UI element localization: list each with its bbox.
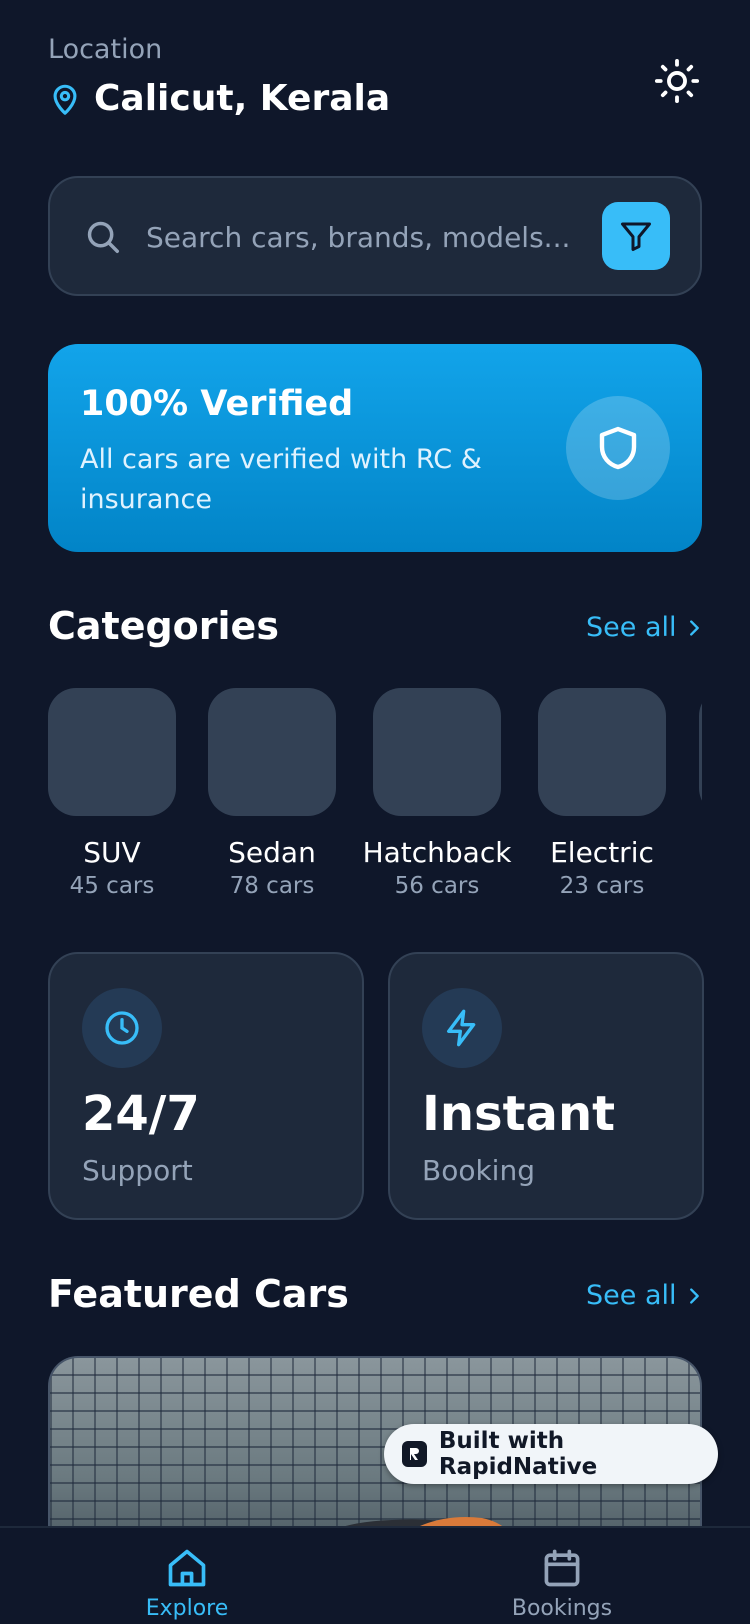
tab-bookings[interactable]: Bookings [482,1546,642,1621]
see-all-label: See all [586,612,677,643]
categories-title: Categories [48,604,279,648]
category-count: 56 cars [394,873,480,899]
categories-see-all-link[interactable]: See all [586,612,705,643]
calendar-icon [544,1549,580,1587]
support-icon-circle [82,988,162,1068]
explore-screen: Location Calicut, Kerala 100% Verified [0,0,750,1624]
verified-banner[interactable]: 100% Verified All cars are verified with… [48,344,702,552]
category-thumbnail [538,688,666,816]
bottom-navigation: Explore Bookings [0,1526,750,1624]
filter-button[interactable] [602,202,670,270]
rapidnative-badge[interactable]: Built with RapidNative [384,1424,718,1484]
tab-explore[interactable]: Explore [107,1546,267,1621]
category-item-suv[interactable]: SUV 45 cars [48,688,187,899]
location-value: Calicut, Kerala [94,78,391,119]
category-item-electric[interactable]: Electric 23 cars [527,688,677,899]
booking-icon-circle [422,988,502,1068]
shield-icon [599,426,637,470]
category-name: Sedan [228,836,316,869]
verified-title: 100% Verified [80,384,354,424]
filter-icon [621,222,651,251]
category-item-sedan[interactable]: Sedan 78 cars [197,688,347,899]
home-icon [168,1549,206,1587]
sun-icon [654,58,700,104]
support-label: Support [82,1154,193,1187]
category-count: 45 cars [69,873,155,899]
chevron-right-icon [689,619,699,636]
category-thumbnail [699,688,702,816]
booking-label: Booking [422,1154,535,1187]
featured-title: Featured Cars [48,1272,349,1316]
category-item-next[interactable] [688,688,702,816]
featured-see-all-link[interactable]: See all [586,1280,705,1311]
tab-label: Bookings [511,1596,613,1621]
category-name: Electric [550,836,654,869]
rapidnative-text: Built with RapidNative [438,1428,598,1480]
lightning-icon [447,1009,476,1047]
search-input[interactable] [146,208,626,266]
category-count: 23 cars [559,873,645,899]
category-list: SUV 45 cars Sedan 78 cars Hatchback 56 c… [48,688,702,910]
category-name: SUV [83,836,141,869]
booking-card[interactable]: Instant Booking [388,952,704,1220]
support-value: 24/7 [82,1086,200,1142]
chevron-right-icon [689,1287,699,1304]
rapidnative-logo-icon [402,1441,427,1467]
search-bar [48,176,702,296]
verified-description: All cars are verified with RC & insuranc… [80,444,482,515]
support-card[interactable]: 24/7 Support [48,952,364,1220]
location-selector[interactable]: Calicut, Kerala [48,78,390,119]
search-icon [87,221,119,253]
tab-label: Explore [145,1596,229,1621]
category-thumbnail [208,688,336,816]
category-count: 78 cars [229,873,315,899]
clock-icon [105,1011,139,1045]
category-thumbnail [48,688,176,816]
see-all-label: See all [586,1280,677,1311]
location-label: Location [48,34,163,65]
theme-toggle-button[interactable] [652,56,702,106]
map-pin-icon [53,84,77,115]
category-thumbnail [373,688,501,816]
verified-badge [566,396,670,500]
booking-value: Instant [422,1086,616,1142]
category-item-hatchback[interactable]: Hatchback 56 cars [362,688,512,899]
category-name: Hatchback [362,836,512,869]
